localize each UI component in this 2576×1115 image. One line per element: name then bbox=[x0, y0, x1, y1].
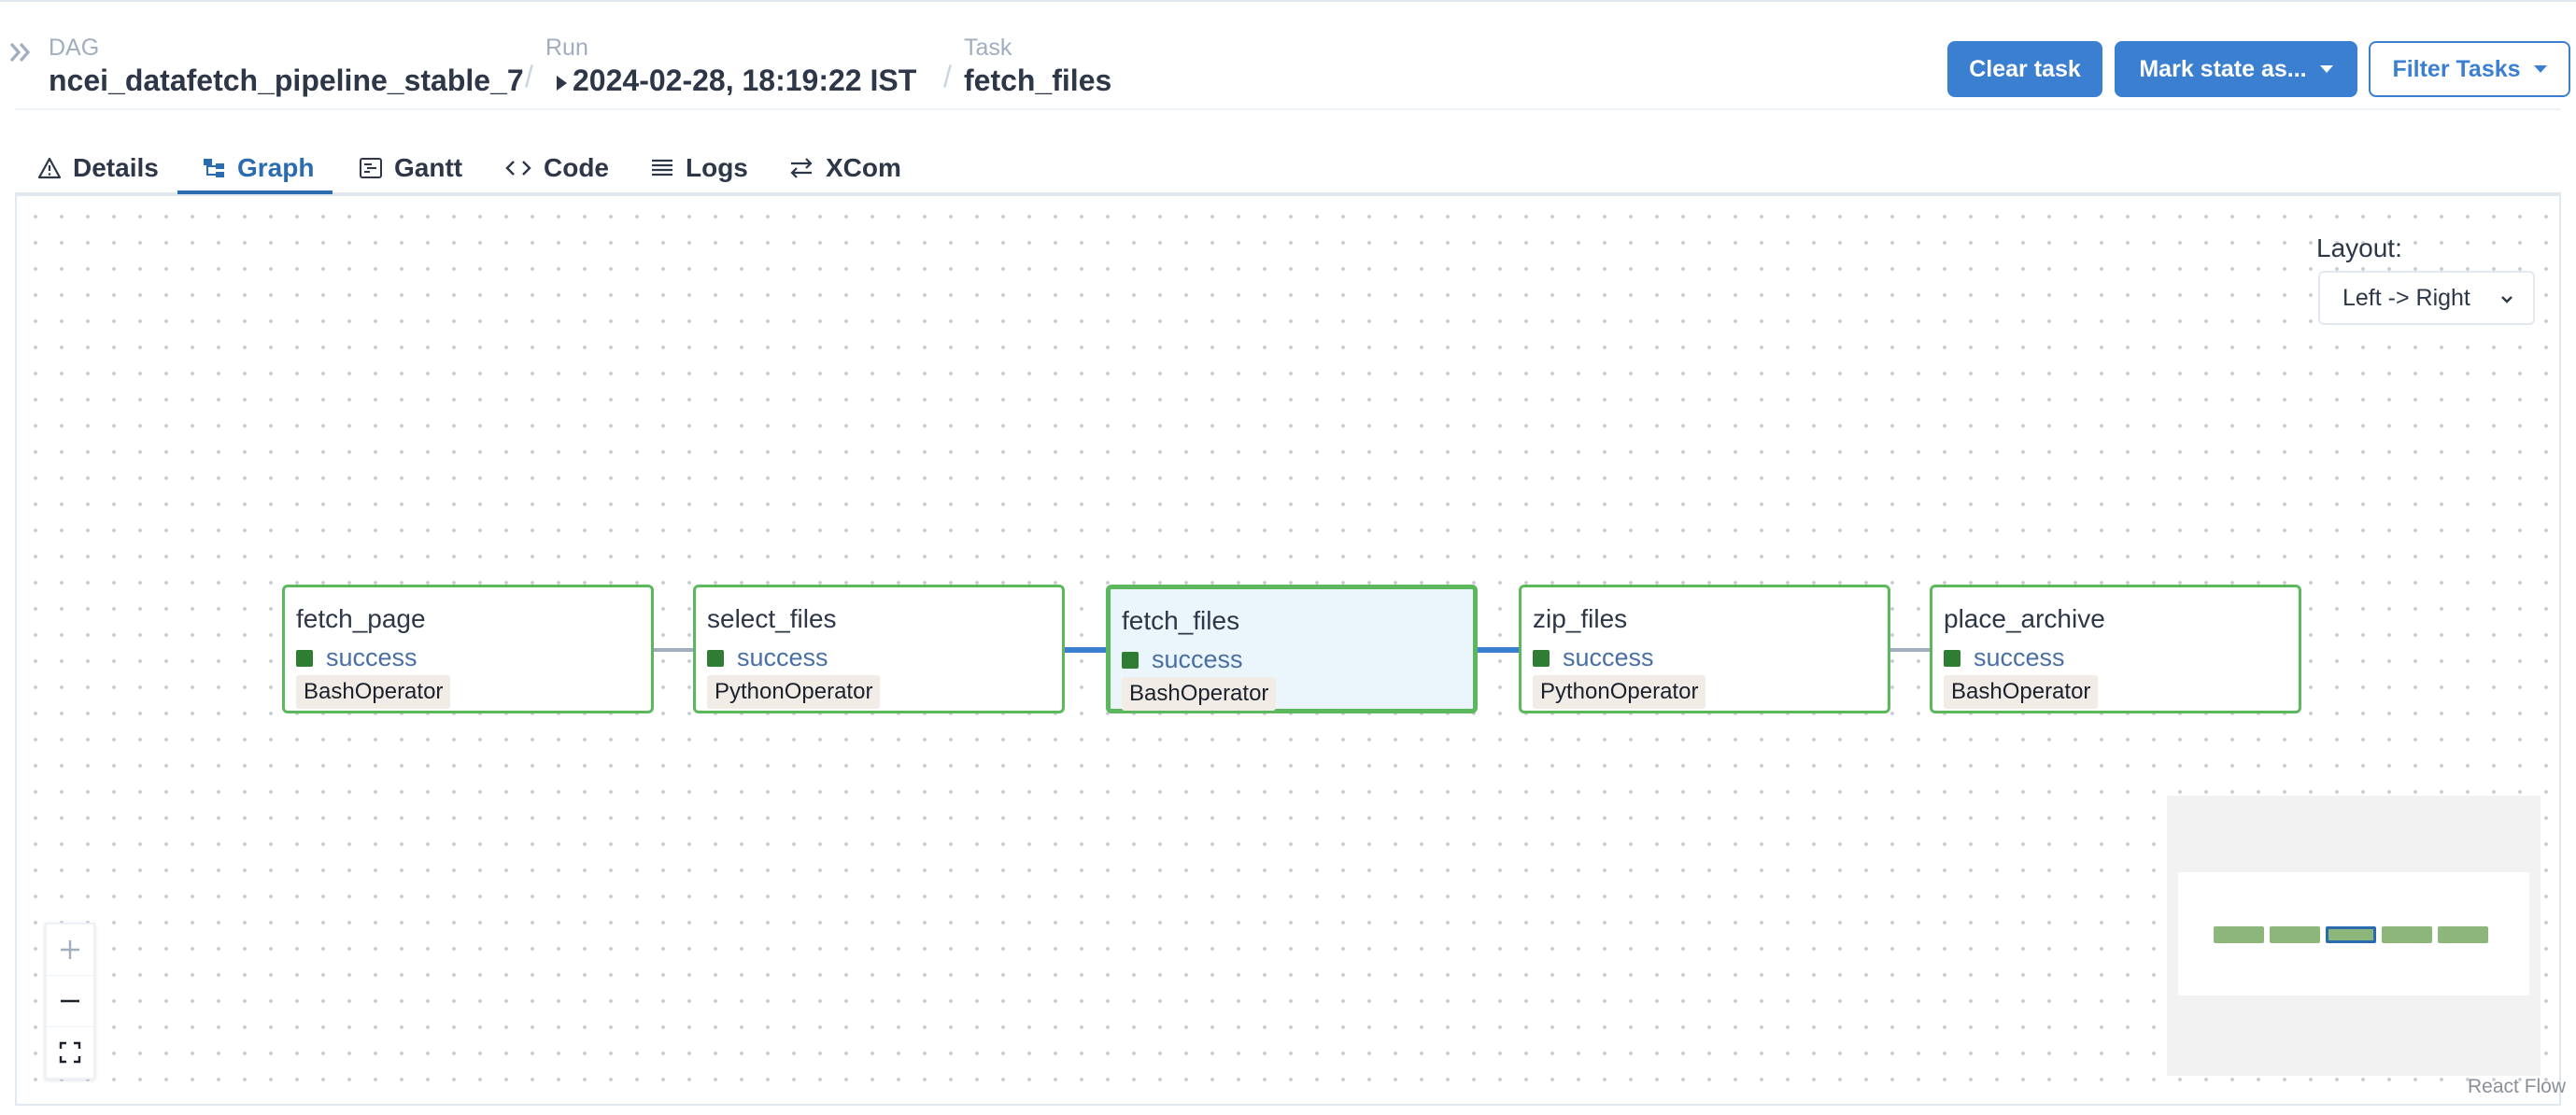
tab-label: Gantt bbox=[394, 153, 463, 182]
task-node-operator: PythonOperator bbox=[707, 675, 881, 709]
xcom-icon bbox=[790, 158, 813, 178]
minimap-node bbox=[2382, 926, 2432, 943]
minimap-node bbox=[2438, 926, 2488, 943]
task-node-fetch-files[interactable]: fetch_files success BashOperator bbox=[1106, 585, 1478, 713]
clear-task-label: Clear task bbox=[1969, 55, 2081, 82]
task-name[interactable]: fetch_files bbox=[964, 62, 1111, 99]
filter-tasks-button[interactable]: Filter Tasks bbox=[2369, 41, 2570, 97]
react-flow-attribution[interactable]: React Flow bbox=[2468, 1076, 2566, 1098]
collapse-sidebar-icon[interactable] bbox=[7, 37, 37, 67]
task-node-operator: PythonOperator bbox=[1533, 675, 1706, 709]
task-node-select-files[interactable]: select_files success PythonOperator bbox=[693, 585, 1065, 713]
task-node-state: success bbox=[296, 643, 418, 672]
task-node-name: select_files bbox=[707, 604, 837, 633]
task-node-state-text: success bbox=[1563, 643, 1654, 671]
tab-logs[interactable]: Logs bbox=[650, 140, 748, 196]
run-type-play-icon bbox=[557, 75, 567, 91]
task-node-state-text: success bbox=[737, 643, 828, 671]
breadcrumb-run[interactable]: Run 2024-02-28, 18:19:22 IST bbox=[545, 34, 916, 99]
edge-fetch-page-select-files bbox=[654, 648, 693, 652]
minimap[interactable] bbox=[2167, 796, 2541, 1076]
clear-task-button[interactable]: Clear task bbox=[1947, 41, 2102, 97]
task-node-state: success bbox=[1533, 643, 1654, 672]
task-node-state-text: success bbox=[326, 643, 418, 671]
plus-icon bbox=[61, 940, 79, 959]
dag-name[interactable]: ncei_datafetch_pipeline_stable_7 bbox=[49, 62, 524, 99]
gantt-icon bbox=[360, 158, 382, 178]
breadcrumb-separator: / bbox=[525, 60, 533, 93]
edge-select-files-fetch-files bbox=[1065, 647, 1106, 653]
task-node-state: success bbox=[1944, 643, 2065, 672]
logs-icon bbox=[652, 159, 672, 176]
task-node-name: place_archive bbox=[1944, 604, 2105, 633]
task-node-state-text: success bbox=[1152, 645, 1243, 673]
active-tab-indicator bbox=[177, 191, 333, 194]
tab-label: XCom bbox=[826, 153, 901, 182]
zoom-controls bbox=[45, 923, 95, 1080]
task-node-zip-files[interactable]: zip_files success PythonOperator bbox=[1519, 585, 1890, 713]
success-square-icon bbox=[1122, 651, 1139, 669]
minimap-node bbox=[2270, 926, 2320, 943]
zoom-in-button[interactable] bbox=[47, 924, 93, 976]
header-divider bbox=[15, 108, 2561, 110]
run-value[interactable]: 2024-02-28, 18:19:22 IST bbox=[573, 64, 916, 97]
warning-triangle-icon bbox=[37, 157, 62, 179]
top-border bbox=[0, 0, 2576, 2]
task-node-state-text: success bbox=[1974, 643, 2065, 671]
tab-xcom[interactable]: XCom bbox=[788, 140, 901, 196]
tab-gantt[interactable]: Gantt bbox=[359, 140, 462, 196]
tab-label: Details bbox=[73, 153, 159, 182]
tab-label: Code bbox=[544, 153, 609, 182]
minus-icon bbox=[61, 999, 79, 1003]
layout-label: Layout: bbox=[2316, 233, 2402, 262]
tab-code[interactable]: Code bbox=[504, 140, 609, 196]
layout-select[interactable]: Left -> Right bbox=[2318, 271, 2535, 325]
run-value-row[interactable]: 2024-02-28, 18:19:22 IST bbox=[545, 62, 916, 99]
minimap-node-selected bbox=[2326, 926, 2376, 943]
task-node-fetch-page[interactable]: fetch_page success BashOperator bbox=[282, 585, 654, 713]
fit-view-icon bbox=[59, 1041, 81, 1064]
success-square-icon bbox=[296, 649, 313, 667]
success-square-icon bbox=[1944, 649, 1960, 667]
breadcrumb-dag[interactable]: DAG ncei_datafetch_pipeline_stable_7 bbox=[49, 34, 524, 99]
task-node-name: zip_files bbox=[1533, 604, 1628, 633]
graph-icon bbox=[204, 159, 224, 177]
tab-label: Graph bbox=[237, 153, 315, 182]
edge-fetch-files-zip-files bbox=[1478, 647, 1519, 653]
task-label: Task bbox=[964, 35, 1012, 61]
code-icon bbox=[505, 161, 531, 176]
edge-zip-files-place-archive bbox=[1890, 648, 1930, 652]
task-node-state: success bbox=[707, 643, 828, 672]
run-label: Run bbox=[545, 35, 588, 61]
mark-state-button[interactable]: Mark state as... bbox=[2115, 41, 2357, 97]
task-node-place-archive[interactable]: place_archive success BashOperator bbox=[1930, 585, 2301, 713]
task-node-operator: BashOperator bbox=[1122, 677, 1277, 711]
filter-tasks-label: Filter Tasks bbox=[2392, 55, 2521, 82]
caret-down-icon bbox=[2319, 65, 2333, 73]
tab-details[interactable]: Details bbox=[37, 140, 159, 196]
success-square-icon bbox=[1533, 649, 1550, 667]
task-node-operator: BashOperator bbox=[296, 675, 451, 709]
caret-down-icon bbox=[2533, 65, 2547, 73]
dag-label: DAG bbox=[49, 35, 100, 61]
chevron-down-icon bbox=[2501, 296, 2512, 303]
tab-label: Logs bbox=[686, 153, 748, 182]
success-square-icon bbox=[707, 649, 724, 667]
breadcrumb-task[interactable]: Task fetch_files bbox=[964, 34, 1111, 99]
zoom-out-button[interactable] bbox=[47, 976, 93, 1027]
task-node-state: success bbox=[1122, 645, 1243, 674]
tab-graph[interactable]: Graph bbox=[202, 140, 314, 196]
breadcrumb-separator: / bbox=[943, 60, 952, 93]
mark-state-label: Mark state as... bbox=[2139, 55, 2307, 82]
task-node-operator: BashOperator bbox=[1944, 675, 2099, 709]
task-node-name: fetch_page bbox=[296, 604, 426, 633]
layout-select-value: Left -> Right bbox=[2342, 284, 2470, 311]
minimap-node bbox=[2214, 926, 2264, 943]
task-node-name: fetch_files bbox=[1122, 606, 1240, 635]
fit-view-button[interactable] bbox=[47, 1027, 93, 1078]
